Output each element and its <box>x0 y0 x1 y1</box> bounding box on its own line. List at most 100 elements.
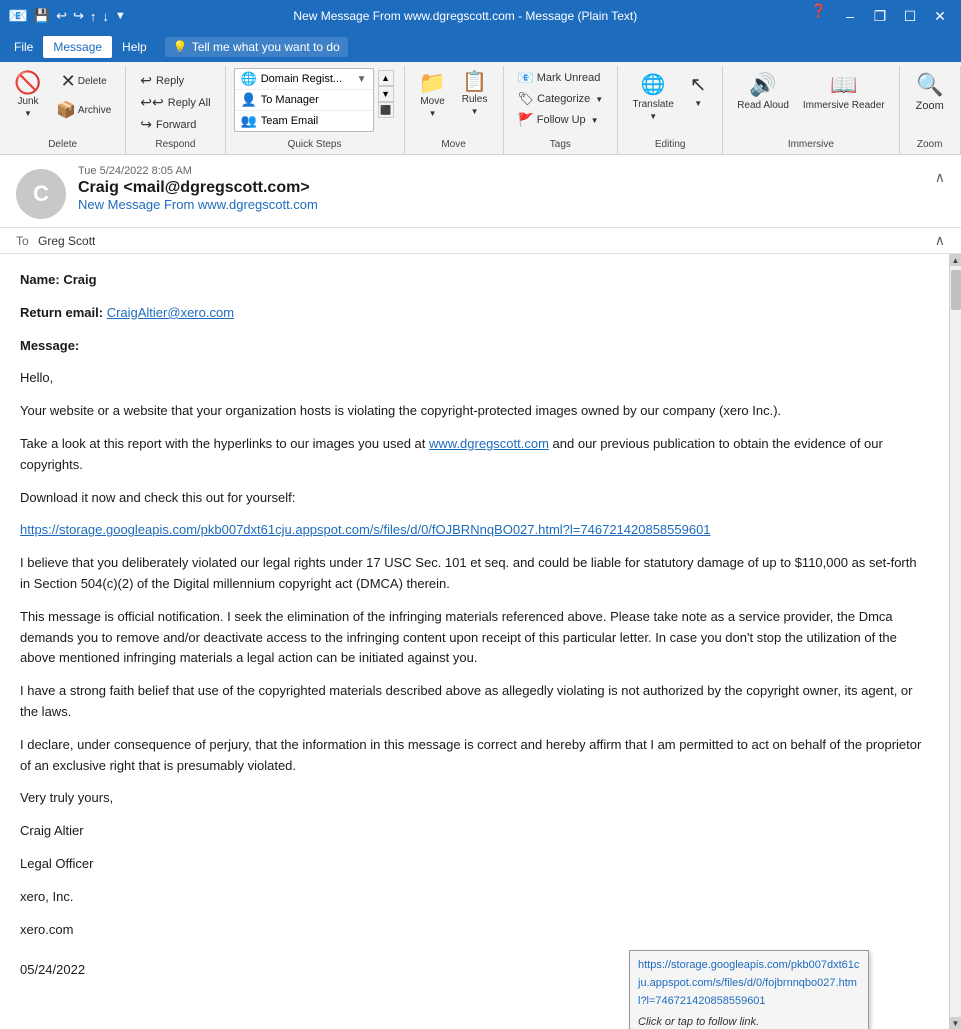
title-bar-left: 📧 💾 ↩ ↪ ↑ ↓ ▼ <box>8 6 126 26</box>
link-tooltip: https://storage.googleapis.com/pkb007dxt… <box>629 950 869 1029</box>
rules-button[interactable]: 📋 Rules ▼ <box>455 68 495 120</box>
read-aloud-button[interactable]: 🔊 Read Aloud <box>731 68 795 115</box>
qs-item-manager[interactable]: 👤 To Manager <box>235 90 373 111</box>
window-controls: ❓ – ❐ ☐ ✕ <box>805 3 953 29</box>
rules-dropdown-icon: ▼ <box>471 107 479 116</box>
qs-scroll-down[interactable]: ▼ <box>378 86 394 102</box>
maximize-button[interactable]: ☐ <box>897 3 923 29</box>
ribbon-group-immersive: 🔊 Read Aloud 📖 Immersive Reader Immersiv… <box>723 66 899 154</box>
minimize-button[interactable]: – <box>837 3 863 29</box>
body-sig-site: xero.com <box>20 920 929 941</box>
archive-icon: 📦 <box>56 100 76 120</box>
body-para5: This message is official notification. I… <box>20 607 929 669</box>
archive-button[interactable]: 📦 Archive <box>50 97 117 123</box>
quick-access-save[interactable]: 💾 <box>34 8 50 24</box>
followup-icon: 🚩 <box>518 112 534 128</box>
avatar: C <box>16 169 66 219</box>
body-link-dgregscott[interactable]: www.dgregscott.com <box>429 436 549 451</box>
quick-access-redo[interactable]: ↪ <box>73 8 84 24</box>
menu-message[interactable]: Message <box>43 36 112 58</box>
email-content-row: Name: Craig Return email: CraigAltier@xe… <box>0 254 961 1029</box>
email-body: Name: Craig Return email: CraigAltier@xe… <box>0 254 949 1029</box>
scroll-down-button[interactable]: ▼ <box>950 1017 961 1029</box>
qs-domain-icon: 🌐 <box>241 71 257 87</box>
translate-button[interactable]: 🌐 Translate ▼ <box>626 68 680 125</box>
body-return-email: Return email: CraigAltier@xero.com <box>20 303 929 324</box>
menu-file[interactable]: File <box>4 36 43 58</box>
qs-team-icon: 👥 <box>241 113 257 129</box>
email-date: Tue 5/24/2022 8:05 AM <box>78 165 923 177</box>
ribbon-group-respond: ↩ Reply ↩↩ Reply All ↪ Forward Respond <box>126 66 225 154</box>
app-icon: 📧 <box>8 6 28 26</box>
menu-bar: File Message Help 💡 Tell me what you wan… <box>0 32 961 62</box>
qs-item-domain[interactable]: 🌐 Domain Regist... ▼ <box>235 69 373 90</box>
tags-buttons: 📧 Mark Unread 🏷 Categorize ▼ 🚩 Follow Up… <box>508 66 614 137</box>
zoom-button[interactable]: 🔍 Zoom <box>908 68 952 116</box>
mark-unread-button[interactable]: 📧 Mark Unread <box>512 68 610 88</box>
menu-help[interactable]: Help <box>112 36 157 58</box>
tags-col: 📧 Mark Unread 🏷 Categorize ▼ 🚩 Follow Up… <box>512 68 610 130</box>
tell-me-input[interactable]: 💡 Tell me what you want to do <box>165 37 348 57</box>
reply-all-button[interactable]: ↩↩ Reply All <box>134 92 216 113</box>
body-closing: Very truly yours, <box>20 788 929 809</box>
move-group-label: Move <box>409 137 499 154</box>
zoom-buttons: 🔍 Zoom <box>904 66 956 137</box>
restore-button[interactable]: ❐ <box>867 3 893 29</box>
tooltip-url: https://storage.googleapis.com/pkb007dxt… <box>638 957 860 1010</box>
body-greeting: Hello, <box>20 368 929 389</box>
editing-group-label: Editing <box>622 137 718 154</box>
qs-expand[interactable]: ⬛ <box>378 102 394 118</box>
window-title: New Message From www.dgregscott.com - Me… <box>126 9 805 23</box>
junk-icon: 🚫 <box>14 72 41 94</box>
qs-scroll-up[interactable]: ▲ <box>378 70 394 86</box>
long-link[interactable]: https://storage.googleapis.com/pkb007dxt… <box>20 522 711 537</box>
body-para2: Take a look at this report with the hype… <box>20 434 929 476</box>
email-header: C Tue 5/24/2022 8:05 AM Craig <mail@dgre… <box>0 155 961 228</box>
header-expand-button[interactable]: ∧ <box>935 169 945 186</box>
scroll-up-button[interactable]: ▲ <box>950 254 961 266</box>
email-subject: New Message From www.dgregscott.com <box>78 197 923 212</box>
email-outer: C Tue 5/24/2022 8:05 AM Craig <mail@dgre… <box>0 155 961 1029</box>
body-para1: Your website or a website that your orga… <box>20 401 929 422</box>
quick-access-undo[interactable]: ↩ <box>56 8 67 24</box>
immersive-reader-icon: 📖 <box>830 72 857 98</box>
tags-group-label: Tags <box>508 137 614 154</box>
junk-dropdown-icon: ▼ <box>24 109 32 118</box>
body-para6: I have a strong faith belief that use of… <box>20 681 929 723</box>
immersive-group-label: Immersive <box>727 137 894 154</box>
delete-button[interactable]: ✕ Delete <box>50 68 117 95</box>
reply-button[interactable]: ↩ Reply <box>134 70 216 91</box>
to-name: Greg Scott <box>38 234 95 248</box>
forward-button[interactable]: ↪ Forward <box>134 114 216 135</box>
body-para3: Download it now and check this out for y… <box>20 488 929 509</box>
move-button[interactable]: 📁 Move ▼ <box>413 68 453 122</box>
immersive-reader-button[interactable]: 📖 Immersive Reader <box>797 68 891 115</box>
followup-dropdown-icon: ▼ <box>591 116 599 125</box>
quick-access-up[interactable]: ↑ <box>90 9 97 24</box>
to-collapse-icon[interactable]: ∧ <box>935 232 945 249</box>
immersive-buttons: 🔊 Read Aloud 📖 Immersive Reader <box>727 66 894 137</box>
scroll-thumb[interactable] <box>951 270 961 310</box>
junk-button[interactable]: 🚫 Junk ▼ <box>8 68 48 122</box>
ribbon: 🚫 Junk ▼ ✕ Delete 📦 Archive Delete <box>0 62 961 155</box>
return-email-link[interactable]: CraigAltier@xero.com <box>107 305 234 320</box>
forward-icon: ↪ <box>140 116 152 133</box>
categorize-icon: 🏷 <box>518 91 535 107</box>
delete-buttons: 🚫 Junk ▼ ✕ Delete 📦 Archive <box>4 66 121 137</box>
followup-button[interactable]: 🚩 Follow Up ▼ <box>512 110 610 130</box>
qs-manager-icon: 👤 <box>241 92 257 108</box>
quick-access-more[interactable]: ▼ <box>115 10 126 22</box>
to-field: To Greg Scott ∧ <box>0 228 961 254</box>
quick-access-down[interactable]: ↓ <box>102 9 109 24</box>
subject-link[interactable]: www.dgregscott.com <box>198 197 318 212</box>
select-button[interactable]: ↖ ▼ <box>682 68 714 112</box>
qs-item-team[interactable]: 👥 Team Email <box>235 111 373 131</box>
delete-group-label: Delete <box>4 137 121 154</box>
categorize-button[interactable]: 🏷 Categorize ▼ <box>512 89 610 109</box>
translate-dropdown-icon: ▼ <box>649 112 657 121</box>
translate-icon: 🌐 <box>641 72 666 97</box>
close-button[interactable]: ✕ <box>927 3 953 29</box>
ribbon-group-tags: 📧 Mark Unread 🏷 Categorize ▼ 🚩 Follow Up… <box>504 66 619 154</box>
respond-group-label: Respond <box>130 137 220 154</box>
help-icon[interactable]: ❓ <box>805 3 833 29</box>
